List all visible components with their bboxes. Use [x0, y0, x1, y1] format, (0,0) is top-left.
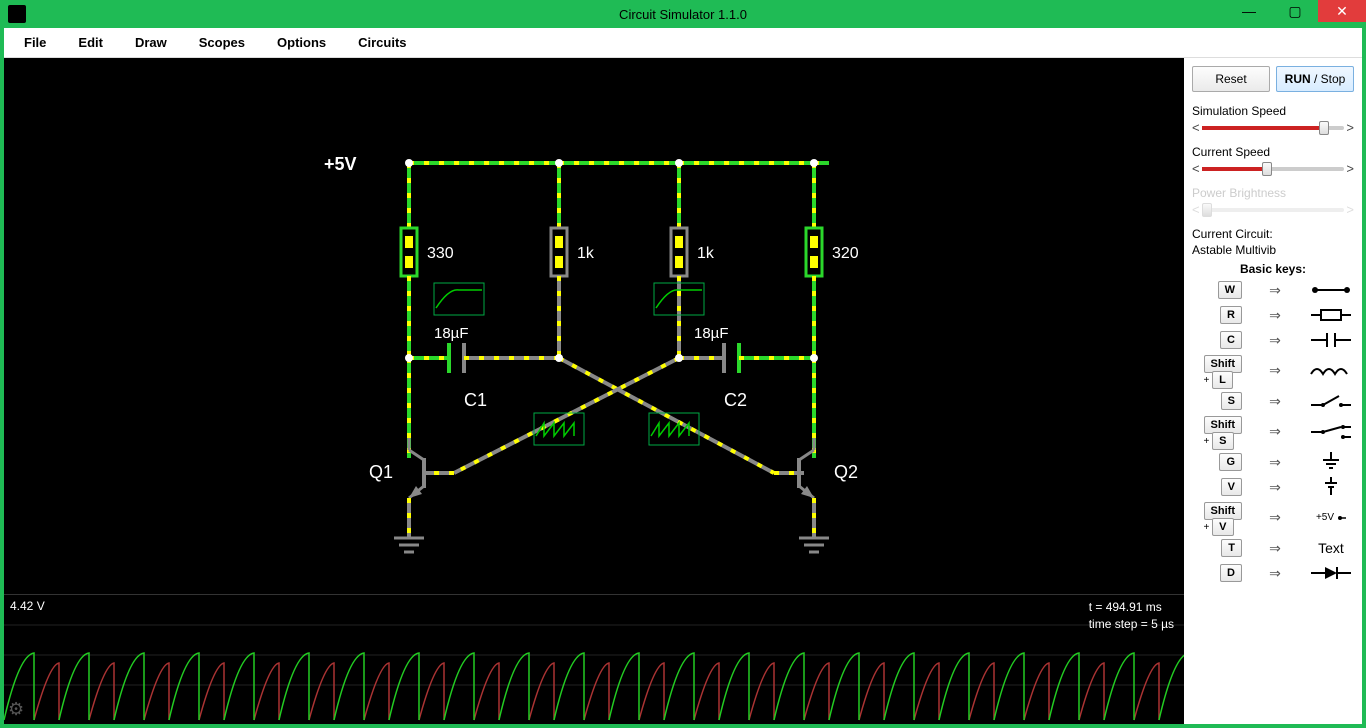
svg-text:C2: C2: [724, 390, 747, 410]
menu-options[interactable]: Options: [267, 31, 336, 54]
arrow-right-icon: ⇒: [1269, 332, 1281, 349]
menu-circuits[interactable]: Circuits: [348, 31, 416, 54]
key-row-t[interactable]: T ⇒ Text: [1192, 538, 1354, 558]
svg-text:18µF: 18µF: [434, 325, 469, 342]
gear-icon[interactable]: ⚙: [8, 699, 24, 720]
arrow-right-icon: ⇒: [1269, 565, 1281, 582]
wire-icon: [1308, 280, 1354, 300]
current-circuit-label: Current Circuit: Astable Multivib: [1192, 227, 1354, 258]
arrow-right-icon: ⇒: [1269, 362, 1281, 379]
slider-2[interactable]: Power Brightness < >: [1192, 186, 1354, 217]
arrow-right-icon: ⇒: [1269, 307, 1281, 324]
svg-text:+5V: +5V: [324, 154, 357, 174]
key-row-shift-l[interactable]: Shift+ L ⇒: [1192, 355, 1354, 386]
scope-panel[interactable]: 4.42 V t = 494.91 ms time step = 5 µs ⚙: [4, 594, 1184, 724]
arrow-right-icon: ⇒: [1269, 454, 1281, 471]
scope-waveform: [4, 595, 1184, 724]
key-row-d[interactable]: D ⇒: [1192, 563, 1354, 583]
key-row-v[interactable]: V ⇒: [1192, 477, 1354, 497]
menu-file[interactable]: File: [14, 31, 56, 54]
switch-closed-icon: [1308, 422, 1354, 442]
basic-keys-title: Basic keys:: [1192, 262, 1354, 276]
chevron-right-icon[interactable]: >: [1346, 120, 1354, 135]
arrow-right-icon: ⇒: [1269, 423, 1281, 440]
menubar: File Edit Draw Scopes Options Circuits: [4, 28, 1362, 58]
svg-text:1k: 1k: [697, 245, 715, 262]
svg-text:320: 320: [832, 245, 859, 262]
capacitor-icon: [1308, 330, 1354, 350]
app-icon: [8, 5, 26, 23]
key-row-s[interactable]: S ⇒: [1192, 391, 1354, 411]
key-row-shift-s[interactable]: Shift+ S ⇒: [1192, 416, 1354, 447]
menu-edit[interactable]: Edit: [68, 31, 113, 54]
chevron-left-icon[interactable]: <: [1192, 120, 1200, 135]
key-row-r[interactable]: R ⇒: [1192, 305, 1354, 325]
chevron-left-icon[interactable]: <: [1192, 202, 1200, 217]
chevron-right-icon[interactable]: >: [1346, 202, 1354, 217]
arrow-right-icon: ⇒: [1269, 393, 1281, 410]
svg-text:330: 330: [427, 245, 454, 262]
inductor-icon: [1308, 361, 1354, 381]
scope-voltage-label: 4.42 V: [10, 599, 45, 613]
scope-time-info: t = 494.91 ms time step = 5 µs: [1089, 599, 1174, 633]
chevron-right-icon[interactable]: >: [1346, 161, 1354, 176]
svg-text:Q2: Q2: [834, 462, 858, 482]
minimize-button[interactable]: —: [1226, 0, 1272, 22]
menu-draw[interactable]: Draw: [125, 31, 177, 54]
maximize-button[interactable]: ▢: [1272, 0, 1318, 22]
key-row-g[interactable]: G ⇒: [1192, 452, 1354, 472]
arrow-right-icon: ⇒: [1269, 540, 1281, 557]
titlebar: Circuit Simulator 1.1.0 — ▢ ✕: [0, 0, 1366, 28]
svg-text:C1: C1: [464, 390, 487, 410]
circuit-canvas[interactable]: +5V 330 1k 1k 320 18µF 18µF C1 C2 Q1 Q2: [4, 58, 1184, 724]
svg-text:18µF: 18µF: [694, 325, 729, 342]
diode-icon: [1308, 563, 1354, 583]
slider-0[interactable]: Simulation Speed < >: [1192, 104, 1354, 135]
arrow-right-icon: ⇒: [1269, 479, 1281, 496]
key-row-c[interactable]: C ⇒: [1192, 330, 1354, 350]
text-icon: Text: [1308, 538, 1354, 558]
slider-1[interactable]: Current Speed < >: [1192, 145, 1354, 176]
svg-text:1k: 1k: [577, 245, 595, 262]
menu-scopes[interactable]: Scopes: [189, 31, 255, 54]
arrow-right-icon: ⇒: [1269, 509, 1281, 526]
svg-text:Q1: Q1: [369, 462, 393, 482]
run-stop-button[interactable]: RUN / Stop: [1276, 66, 1354, 92]
reset-button[interactable]: Reset: [1192, 66, 1270, 92]
resistor-icon: [1308, 305, 1354, 325]
ground-icon: [1308, 452, 1354, 472]
chevron-left-icon[interactable]: <: [1192, 161, 1200, 176]
switch-open-icon: [1308, 391, 1354, 411]
circuit-diagram: +5V 330 1k 1k 320 18µF 18µF C1 C2 Q1 Q2: [4, 58, 1184, 598]
window-title: Circuit Simulator 1.1.0: [619, 7, 747, 22]
key-row-shift-v[interactable]: Shift+ V ⇒ +5V: [1192, 502, 1354, 533]
key-row-w[interactable]: W ⇒: [1192, 280, 1354, 300]
close-button[interactable]: ✕: [1318, 0, 1366, 22]
voltage-icon: [1308, 477, 1354, 497]
arrow-right-icon: ⇒: [1269, 282, 1281, 299]
dc-source-icon: +5V: [1308, 508, 1354, 528]
sidebar: Reset RUN / Stop Simulation Speed < > Cu…: [1184, 58, 1362, 724]
